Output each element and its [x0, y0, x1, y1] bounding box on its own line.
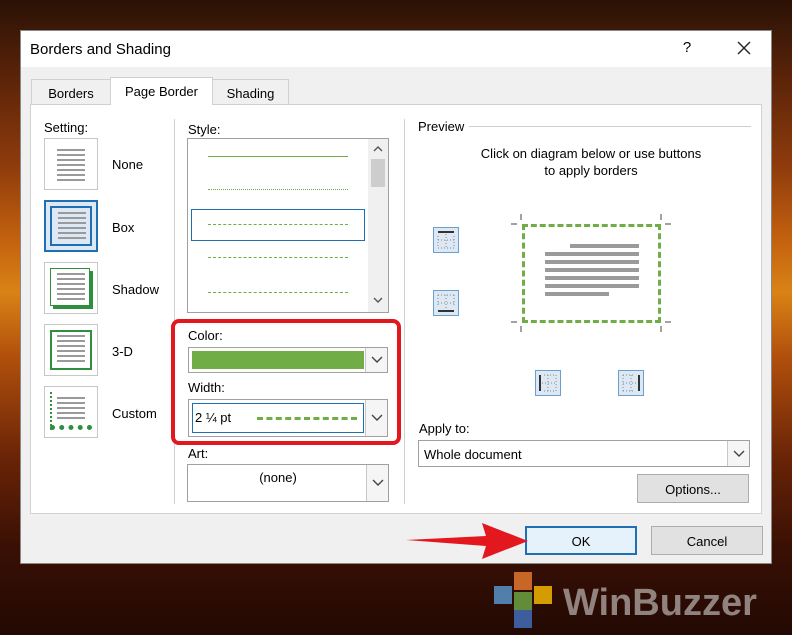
page-lines-icon — [57, 273, 85, 303]
setting-custom-option[interactable] — [44, 386, 98, 438]
cancel-button[interactable]: Cancel — [651, 526, 763, 555]
preview-instructions-line2: to apply borders — [544, 163, 638, 178]
style-scrollbar[interactable] — [368, 139, 388, 312]
tab-shading[interactable]: Shading — [212, 79, 289, 104]
art-value: (none) — [259, 470, 297, 485]
setting-custom-label[interactable]: Custom — [112, 406, 157, 421]
chevron-down-icon — [372, 479, 384, 486]
setting-label: Setting: — [44, 120, 89, 135]
apply-to-value: Whole document — [424, 447, 522, 462]
scroll-thumb[interactable] — [371, 159, 385, 187]
tab-borders[interactable]: Borders — [31, 79, 111, 104]
borders-and-shading-dialog: Borders and Shading ? Borders Page Borde… — [20, 30, 772, 564]
art-dropdown-button[interactable] — [366, 465, 388, 501]
tab-page-border[interactable]: Page Border — [110, 77, 213, 105]
page-lines-icon — [57, 335, 85, 365]
style-label: Style: — [188, 122, 221, 137]
apply-to-dropdown-button[interactable] — [727, 441, 749, 466]
page-lines-icon — [58, 212, 86, 242]
setting-shadow-label[interactable]: Shadow — [112, 282, 159, 297]
setting-3d-label[interactable]: 3-D — [112, 344, 133, 359]
winbuzzer-logo-icon — [494, 572, 552, 628]
style-option-dash-dot[interactable] — [208, 292, 348, 293]
preview-instructions: Click on diagram below or use buttons to… — [441, 145, 741, 179]
setting-box-label[interactable]: Box — [112, 220, 134, 235]
preview-instructions-line1: Click on diagram below or use buttons — [480, 146, 702, 161]
setting-none-label[interactable]: None — [112, 157, 143, 172]
preview-text-lines — [545, 244, 639, 296]
dialog-title: Borders and Shading — [30, 41, 171, 58]
tab-label: Borders — [48, 86, 94, 101]
apply-to-label: Apply to: — [419, 421, 470, 436]
color-width-highlight — [171, 319, 401, 445]
scroll-up-icon[interactable] — [373, 145, 383, 152]
setting-none-option[interactable] — [44, 138, 98, 190]
page-lines-icon — [57, 149, 85, 184]
page-lines-icon — [57, 397, 85, 422]
style-option-dashed[interactable] — [208, 257, 348, 258]
ok-button[interactable]: OK — [525, 526, 637, 555]
options-button[interactable]: Options... — [637, 474, 749, 503]
setting-3d-option[interactable] — [44, 324, 98, 376]
art-label: Art: — [188, 446, 209, 461]
right-border-icon — [622, 374, 640, 392]
preview-label: Preview — [418, 119, 465, 134]
title-bar: Borders and Shading ? — [21, 31, 771, 67]
style-list[interactable] — [187, 138, 389, 313]
left-border-icon — [539, 374, 557, 392]
top-border-button[interactable] — [433, 227, 459, 253]
preview-divider — [469, 126, 751, 127]
bottom-border-button[interactable] — [433, 290, 459, 316]
close-icon — [737, 41, 751, 55]
column-divider — [404, 119, 405, 504]
setting-shadow-option[interactable] — [44, 262, 98, 314]
setting-box-option[interactable] — [44, 200, 98, 252]
ok-button-label: OK — [571, 534, 591, 549]
watermark-text: WinBuzzer — [563, 582, 757, 624]
scroll-down-icon[interactable] — [373, 297, 383, 304]
style-option-dotted[interactable] — [208, 189, 348, 190]
right-border-button[interactable] — [618, 370, 644, 396]
close-button[interactable] — [729, 37, 759, 61]
cancel-button-label: Cancel — [686, 534, 728, 549]
preview-diagram[interactable] — [511, 214, 671, 332]
style-option-solid[interactable] — [208, 156, 348, 157]
tab-label: Page Border — [125, 84, 198, 99]
art-dropdown[interactable]: (none) — [187, 464, 389, 502]
column-divider — [174, 119, 175, 504]
help-button[interactable]: ? — [677, 39, 697, 59]
apply-to-dropdown[interactable]: Whole document — [418, 440, 750, 467]
left-border-button[interactable] — [535, 370, 561, 396]
tab-label: Shading — [226, 86, 275, 101]
bottom-border-icon — [437, 294, 455, 312]
options-button-label: Options... — [665, 482, 721, 497]
style-option-dashed-small[interactable] — [208, 224, 348, 225]
chevron-down-icon — [733, 450, 745, 457]
top-border-icon — [437, 231, 455, 249]
annotation-arrow — [406, 523, 528, 559]
style-selected-frame — [191, 209, 365, 241]
